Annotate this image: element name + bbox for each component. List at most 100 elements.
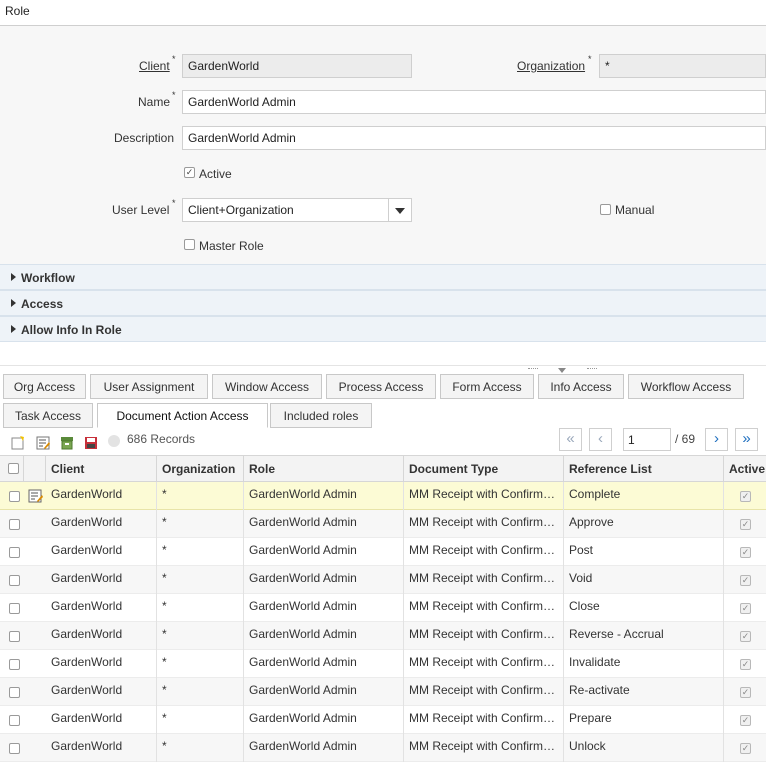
table-row[interactable]: GardenWorld * GardenWorld Admin MM Receipt …	[0, 566, 766, 594]
cell-role[interactable]: GardenWorld Admin	[244, 594, 404, 622]
organization-label[interactable]: Organization	[517, 59, 585, 73]
row-select-checkbox[interactable]	[9, 687, 20, 698]
row-select-checkbox[interactable]	[9, 631, 20, 642]
table-row[interactable]: GardenWorld * GardenWorld Admin MM Receipt …	[0, 706, 766, 734]
cell-organization[interactable]: *	[157, 734, 244, 762]
tab-info-access[interactable]: Info Access	[538, 374, 624, 399]
collapse-arrow-icon[interactable]	[558, 368, 566, 373]
cell-client[interactable]: GardenWorld	[46, 678, 157, 706]
cell-organization[interactable]: *	[157, 594, 244, 622]
cell-organization[interactable]: *	[157, 482, 244, 510]
user-level-select[interactable]: Client+Organization	[182, 198, 412, 222]
cell-client[interactable]: GardenWorld	[46, 566, 157, 594]
cell-role[interactable]: GardenWorld Admin	[244, 566, 404, 594]
cell-organization[interactable]: *	[157, 566, 244, 594]
row-select-checkbox[interactable]	[9, 603, 20, 614]
cell-document-type[interactable]: MM Receipt with Confirmation	[404, 566, 564, 594]
first-page-button[interactable]: «	[559, 428, 582, 451]
cell-reference-list[interactable]: Void	[564, 566, 724, 594]
group-access[interactable]: Access	[0, 290, 766, 316]
cell-reference-list[interactable]: Unlock	[564, 734, 724, 762]
row-select-checkbox[interactable]	[9, 715, 20, 726]
column-header-document-type[interactable]: Document Type	[404, 456, 564, 483]
cell-role[interactable]: GardenWorld Admin	[244, 650, 404, 678]
table-row[interactable]: GardenWorld * GardenWorld Admin MM Receipt …	[0, 510, 766, 538]
tab-user-assignment[interactable]: User Assignment	[90, 374, 208, 399]
cell-client[interactable]: GardenWorld	[46, 510, 157, 538]
group-allow-info-in-role[interactable]: Allow Info In Role	[0, 316, 766, 342]
cell-document-type[interactable]: MM Receipt with Confirmation	[404, 706, 564, 734]
cell-reference-list[interactable]: Reverse - Accrual	[564, 622, 724, 650]
row-select-checkbox[interactable]	[9, 659, 20, 670]
cell-document-type[interactable]: MM Receipt with Confirmation	[404, 510, 564, 538]
master-role-checkbox[interactable]	[184, 239, 195, 250]
cell-role[interactable]: GardenWorld Admin	[244, 510, 404, 538]
cell-role[interactable]: GardenWorld Admin	[244, 678, 404, 706]
cell-role[interactable]: GardenWorld Admin	[244, 482, 404, 510]
client-label[interactable]: Client	[139, 59, 170, 73]
column-header-organization[interactable]: Organization	[157, 456, 244, 483]
column-header-role[interactable]: Role	[244, 456, 404, 483]
cell-document-type[interactable]: MM Receipt with Confirmation	[404, 678, 564, 706]
tab-window-access[interactable]: Window Access	[212, 374, 322, 399]
cell-organization[interactable]: *	[157, 622, 244, 650]
page-number-input[interactable]	[623, 428, 671, 451]
name-field[interactable]: GardenWorld Admin	[182, 90, 766, 114]
cell-organization[interactable]: *	[157, 678, 244, 706]
cell-client[interactable]: GardenWorld	[46, 482, 157, 510]
last-page-button[interactable]: »	[735, 428, 758, 451]
cell-organization[interactable]: *	[157, 538, 244, 566]
save-record-icon[interactable]	[84, 436, 98, 450]
column-header-client[interactable]: Client	[46, 456, 157, 483]
cell-reference-list[interactable]: Post	[564, 538, 724, 566]
tab-process-access[interactable]: Process Access	[326, 374, 436, 399]
cell-reference-list[interactable]: Invalidate	[564, 650, 724, 678]
tab-task-access[interactable]: Task Access	[3, 403, 93, 428]
tab-workflow-access[interactable]: Workflow Access	[628, 374, 744, 399]
select-all-checkbox[interactable]	[8, 463, 19, 474]
cell-client[interactable]: GardenWorld	[46, 650, 157, 678]
splitter-grip-right[interactable]	[587, 368, 597, 371]
organization-field[interactable]: *	[599, 54, 766, 78]
detail-splitter[interactable]	[0, 342, 766, 373]
cell-reference-list[interactable]: Prepare	[564, 706, 724, 734]
cell-reference-list[interactable]: Re-activate	[564, 678, 724, 706]
chevron-down-icon[interactable]	[388, 199, 411, 221]
column-header-active[interactable]: Active	[724, 456, 766, 483]
cell-client[interactable]: GardenWorld	[46, 622, 157, 650]
cell-document-type[interactable]: MM Receipt with Confirmation	[404, 482, 564, 510]
cell-organization[interactable]: *	[157, 650, 244, 678]
row-select-checkbox[interactable]	[9, 743, 20, 754]
row-select-checkbox[interactable]	[9, 547, 20, 558]
tab-included-roles[interactable]: Included roles	[270, 403, 372, 428]
column-header-reference-list[interactable]: Reference List	[564, 456, 724, 483]
cell-role[interactable]: GardenWorld Admin	[244, 622, 404, 650]
cell-role[interactable]: GardenWorld Admin	[244, 706, 404, 734]
new-record-icon[interactable]	[11, 436, 25, 450]
cell-client[interactable]: GardenWorld	[46, 538, 157, 566]
manual-checkbox[interactable]	[600, 204, 611, 215]
cell-client[interactable]: GardenWorld	[46, 734, 157, 762]
edit-row-icon[interactable]	[28, 489, 44, 503]
cell-client[interactable]: GardenWorld	[46, 594, 157, 622]
active-checkbox[interactable]: ✓	[184, 167, 195, 178]
table-row[interactable]: GardenWorld * GardenWorld Admin MM Receipt …	[0, 622, 766, 650]
table-row[interactable]: GardenWorld * GardenWorld Admin MM Receipt …	[0, 594, 766, 622]
edit-record-icon[interactable]	[36, 436, 50, 450]
cell-organization[interactable]: *	[157, 706, 244, 734]
table-row[interactable]: GardenWorld * GardenWorld Admin MM Receipt …	[0, 650, 766, 678]
group-workflow[interactable]: Workflow	[0, 264, 766, 290]
table-row[interactable]: GardenWorld * GardenWorld Admin MM Receipt …	[0, 482, 766, 510]
cell-role[interactable]: GardenWorld Admin	[244, 538, 404, 566]
cell-role[interactable]: GardenWorld Admin	[244, 734, 404, 762]
cell-organization[interactable]: *	[157, 510, 244, 538]
description-field[interactable]: GardenWorld Admin	[182, 126, 766, 150]
tab-form-access[interactable]: Form Access	[440, 374, 534, 399]
tab-document-action-access[interactable]: Document Action Access	[97, 403, 268, 428]
cell-document-type[interactable]: MM Receipt with Confirmation	[404, 622, 564, 650]
previous-page-button[interactable]: ‹	[589, 428, 612, 451]
delete-record-icon[interactable]	[60, 436, 74, 450]
cell-reference-list[interactable]: Complete	[564, 482, 724, 510]
cell-reference-list[interactable]: Approve	[564, 510, 724, 538]
cell-reference-list[interactable]: Close	[564, 594, 724, 622]
